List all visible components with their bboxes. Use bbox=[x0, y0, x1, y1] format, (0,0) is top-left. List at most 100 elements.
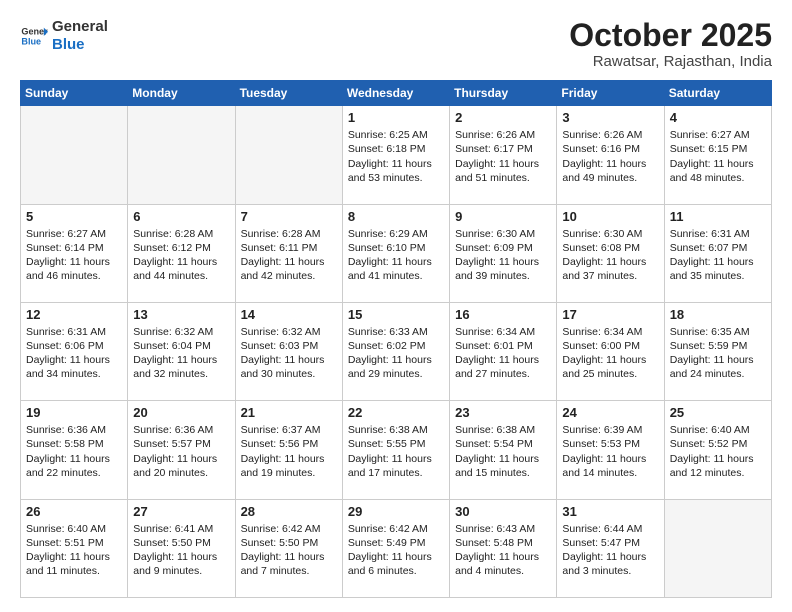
calendar-cell-23: 23Sunrise: 6:38 AMSunset: 5:54 PMDayligh… bbox=[450, 401, 557, 499]
cell-line: Daylight: 11 hours bbox=[348, 157, 444, 171]
cell-line: and 48 minutes. bbox=[670, 171, 766, 185]
day-number: 3 bbox=[562, 110, 658, 125]
calendar-cell-11: 11Sunrise: 6:31 AMSunset: 6:07 PMDayligh… bbox=[664, 204, 771, 302]
cell-line: Sunset: 5:50 PM bbox=[241, 536, 337, 550]
cell-line: Daylight: 11 hours bbox=[241, 255, 337, 269]
day-number: 14 bbox=[241, 307, 337, 322]
logo: General Blue General Blue bbox=[20, 18, 108, 54]
cell-line: Sunset: 5:58 PM bbox=[26, 437, 122, 451]
calendar-cell-5: 5Sunrise: 6:27 AMSunset: 6:14 PMDaylight… bbox=[21, 204, 128, 302]
cell-line: and 32 minutes. bbox=[133, 367, 229, 381]
cell-line: Daylight: 11 hours bbox=[26, 353, 122, 367]
cell-line: Sunrise: 6:40 AM bbox=[670, 423, 766, 437]
day-number: 28 bbox=[241, 504, 337, 519]
header: General Blue General Blue October 2025 R… bbox=[20, 18, 772, 70]
cell-line: Sunrise: 6:30 AM bbox=[562, 227, 658, 241]
cell-line: Daylight: 11 hours bbox=[562, 353, 658, 367]
cell-line: Sunset: 6:12 PM bbox=[133, 241, 229, 255]
calendar-cell-empty bbox=[235, 106, 342, 204]
cell-line: Sunset: 6:17 PM bbox=[455, 142, 551, 156]
cell-line: and 27 minutes. bbox=[455, 367, 551, 381]
cell-line: and 24 minutes. bbox=[670, 367, 766, 381]
calendar-header-wednesday: Wednesday bbox=[342, 81, 449, 106]
calendar-cell-12: 12Sunrise: 6:31 AMSunset: 6:06 PMDayligh… bbox=[21, 302, 128, 400]
cell-line: Sunset: 6:11 PM bbox=[241, 241, 337, 255]
calendar-week-1: 5Sunrise: 6:27 AMSunset: 6:14 PMDaylight… bbox=[21, 204, 772, 302]
cell-line: Sunset: 6:15 PM bbox=[670, 142, 766, 156]
day-number: 30 bbox=[455, 504, 551, 519]
cell-line: Daylight: 11 hours bbox=[133, 452, 229, 466]
day-number: 7 bbox=[241, 209, 337, 224]
cell-line: and 19 minutes. bbox=[241, 466, 337, 480]
cell-line: Sunset: 5:52 PM bbox=[670, 437, 766, 451]
cell-line: Sunrise: 6:43 AM bbox=[455, 522, 551, 536]
page: General Blue General Blue October 2025 R… bbox=[0, 0, 792, 612]
day-number: 5 bbox=[26, 209, 122, 224]
cell-line: Sunset: 6:16 PM bbox=[562, 142, 658, 156]
day-number: 15 bbox=[348, 307, 444, 322]
calendar-cell-22: 22Sunrise: 6:38 AMSunset: 5:55 PMDayligh… bbox=[342, 401, 449, 499]
cell-line: Daylight: 11 hours bbox=[455, 550, 551, 564]
cell-line: and 3 minutes. bbox=[562, 564, 658, 578]
cell-line: Daylight: 11 hours bbox=[455, 452, 551, 466]
cell-line: Daylight: 11 hours bbox=[26, 452, 122, 466]
cell-line: and 44 minutes. bbox=[133, 269, 229, 283]
calendar-cell-21: 21Sunrise: 6:37 AMSunset: 5:56 PMDayligh… bbox=[235, 401, 342, 499]
logo-blue: Blue bbox=[52, 36, 108, 54]
calendar-cell-27: 27Sunrise: 6:41 AMSunset: 5:50 PMDayligh… bbox=[128, 499, 235, 597]
cell-line: Daylight: 11 hours bbox=[455, 255, 551, 269]
cell-line: and 14 minutes. bbox=[562, 466, 658, 480]
cell-line: Sunset: 5:48 PM bbox=[455, 536, 551, 550]
cell-line: Daylight: 11 hours bbox=[670, 353, 766, 367]
cell-line: and 41 minutes. bbox=[348, 269, 444, 283]
day-number: 19 bbox=[26, 405, 122, 420]
cell-line: Daylight: 11 hours bbox=[241, 353, 337, 367]
cell-line: Daylight: 11 hours bbox=[562, 255, 658, 269]
calendar-cell-19: 19Sunrise: 6:36 AMSunset: 5:58 PMDayligh… bbox=[21, 401, 128, 499]
calendar-cell-3: 3Sunrise: 6:26 AMSunset: 6:16 PMDaylight… bbox=[557, 106, 664, 204]
cell-line: and 6 minutes. bbox=[348, 564, 444, 578]
cell-line: Sunrise: 6:26 AM bbox=[562, 128, 658, 142]
cell-line: and 7 minutes. bbox=[241, 564, 337, 578]
cell-line: Daylight: 11 hours bbox=[133, 550, 229, 564]
cell-line: Sunset: 5:51 PM bbox=[26, 536, 122, 550]
cell-line: Sunset: 6:06 PM bbox=[26, 339, 122, 353]
cell-line: Daylight: 11 hours bbox=[348, 550, 444, 564]
cell-line: and 15 minutes. bbox=[455, 466, 551, 480]
cell-line: Sunrise: 6:42 AM bbox=[241, 522, 337, 536]
cell-line: Daylight: 11 hours bbox=[562, 452, 658, 466]
calendar-cell-9: 9Sunrise: 6:30 AMSunset: 6:09 PMDaylight… bbox=[450, 204, 557, 302]
day-number: 27 bbox=[133, 504, 229, 519]
cell-line: Sunrise: 6:27 AM bbox=[670, 128, 766, 142]
cell-line: Sunrise: 6:28 AM bbox=[133, 227, 229, 241]
calendar-week-2: 12Sunrise: 6:31 AMSunset: 6:06 PMDayligh… bbox=[21, 302, 772, 400]
calendar-cell-28: 28Sunrise: 6:42 AMSunset: 5:50 PMDayligh… bbox=[235, 499, 342, 597]
cell-line: Daylight: 11 hours bbox=[455, 157, 551, 171]
day-number: 26 bbox=[26, 504, 122, 519]
cell-line: Daylight: 11 hours bbox=[133, 353, 229, 367]
cell-line: Sunset: 5:56 PM bbox=[241, 437, 337, 451]
cell-line: and 9 minutes. bbox=[133, 564, 229, 578]
cell-line: Sunrise: 6:41 AM bbox=[133, 522, 229, 536]
calendar-cell-7: 7Sunrise: 6:28 AMSunset: 6:11 PMDaylight… bbox=[235, 204, 342, 302]
day-number: 10 bbox=[562, 209, 658, 224]
calendar-table: SundayMondayTuesdayWednesdayThursdayFrid… bbox=[20, 80, 772, 598]
cell-line: Sunset: 5:49 PM bbox=[348, 536, 444, 550]
cell-line: and 11 minutes. bbox=[26, 564, 122, 578]
cell-line: Sunset: 6:09 PM bbox=[455, 241, 551, 255]
calendar-header-monday: Monday bbox=[128, 81, 235, 106]
cell-line: Sunrise: 6:36 AM bbox=[133, 423, 229, 437]
cell-line: and 12 minutes. bbox=[670, 466, 766, 480]
cell-line: Sunrise: 6:44 AM bbox=[562, 522, 658, 536]
cell-line: Sunrise: 6:39 AM bbox=[562, 423, 658, 437]
logo-general: General bbox=[52, 18, 108, 36]
cell-line: Sunset: 6:03 PM bbox=[241, 339, 337, 353]
cell-line: Sunrise: 6:35 AM bbox=[670, 325, 766, 339]
calendar-cell-26: 26Sunrise: 6:40 AMSunset: 5:51 PMDayligh… bbox=[21, 499, 128, 597]
cell-line: and 49 minutes. bbox=[562, 171, 658, 185]
day-number: 25 bbox=[670, 405, 766, 420]
day-number: 11 bbox=[670, 209, 766, 224]
day-number: 21 bbox=[241, 405, 337, 420]
cell-line: and 53 minutes. bbox=[348, 171, 444, 185]
cell-line: Sunset: 6:07 PM bbox=[670, 241, 766, 255]
